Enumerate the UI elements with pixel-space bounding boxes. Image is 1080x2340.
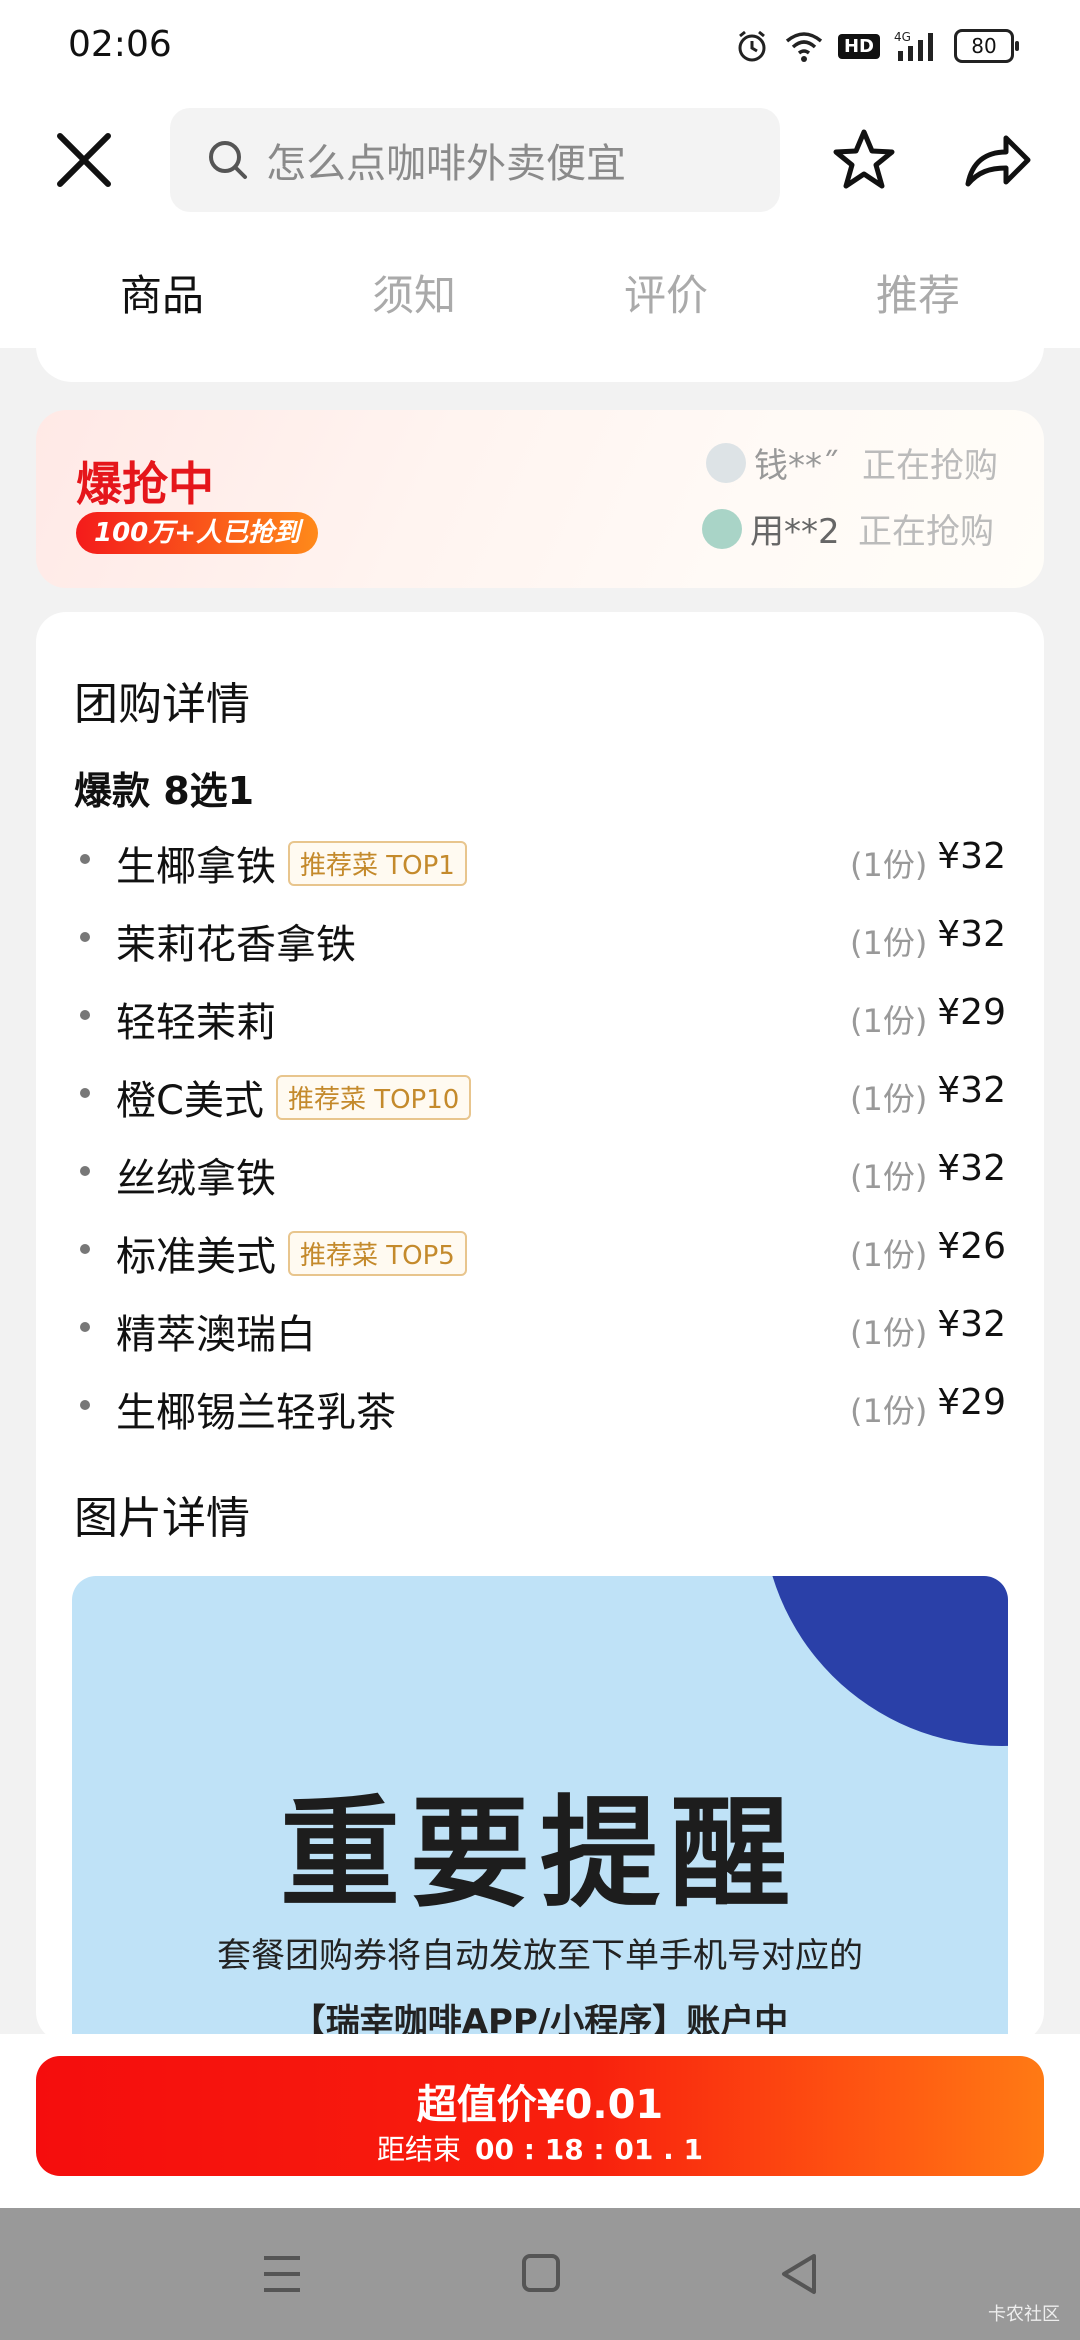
item-name: 茉莉花香拿铁 (116, 922, 356, 968)
list-item: 茉莉花香拿铁 (1份) ¥32 (74, 908, 1006, 968)
group-title: 团购详情 (74, 679, 250, 730)
item-name-wrap: 标准美式 推荐菜 TOP5 (116, 1224, 467, 1282)
purchase-bar: 超值价¥0.01 距结束 00 : 18 : 01 . 1 (0, 2034, 1080, 2208)
svg-text:4G: 4G (894, 30, 911, 44)
status-bar: 02:06 HD 4G 80 (0, 0, 1080, 96)
item-qty: (1份) (850, 1080, 928, 1118)
previous-card-edge (36, 330, 1044, 382)
item-name: 精萃澳瑞白 (116, 1312, 316, 1358)
list-item: 轻轻茉莉 (1份) ¥29 (74, 986, 1006, 1046)
bullet (80, 932, 90, 942)
promo-image: 重要提醒 套餐团购券将自动发放至下单手机号对应的 【瑞幸咖啡APP/小程序】账户… (72, 1576, 1008, 2042)
buyer-item: 用**2 正在抢购 (702, 504, 994, 553)
item-price: ¥32 (937, 1148, 1006, 1189)
item-name: 丝绒拿铁 (116, 1156, 276, 1202)
bullet (80, 1010, 90, 1020)
bullet (80, 1244, 90, 1254)
list-item: 丝绒拿铁 (1份) ¥32 (74, 1142, 1006, 1202)
close-icon[interactable] (50, 126, 118, 194)
hot-selling-card: 爆抢中 100万+人已抢到 钱**˝ 正在抢购 用**2 正在抢购 (36, 410, 1044, 588)
item-qty: (1份) (850, 1002, 928, 1040)
share-icon[interactable] (962, 126, 1034, 194)
item-price: ¥26 (937, 1226, 1006, 1267)
bullet (80, 854, 90, 864)
recommend-tag: 推荐菜 TOP5 (288, 1231, 467, 1276)
item-qty: (1份) (850, 1392, 928, 1430)
item-name-wrap: 橙C美式 推荐菜 TOP10 (116, 1068, 472, 1126)
buyer-item: 钱**˝ 正在抢购 (706, 438, 998, 487)
buyer-name: 用**2 (750, 512, 840, 552)
item-price: ¥29 (937, 992, 1006, 1033)
countdown-timer: 00 : 18 : 01 . 1 (475, 2133, 703, 2166)
status-time: 02:06 (68, 24, 172, 65)
tab-recommend[interactable]: 推荐 (792, 262, 1044, 323)
buy-price: 超值价¥0.01 (416, 2082, 664, 2128)
item-name: 生椰锡兰轻乳茶 (116, 1390, 396, 1436)
menu-icon[interactable] (222, 2208, 342, 2340)
buyer-name: 钱**˝ (754, 446, 839, 486)
image-details-title: 图片详情 (74, 1493, 250, 1544)
list-item: 生椰拿铁 推荐菜 TOP1 (1份) ¥32 (74, 830, 1006, 890)
decorative-circle (762, 1576, 1008, 1746)
hot-title: 爆抢中 (76, 457, 214, 511)
buy-button[interactable]: 超值价¥0.01 距结束 00 : 18 : 01 . 1 (36, 2056, 1044, 2176)
list-item: 标准美式 推荐菜 TOP5 (1份) ¥26 (74, 1220, 1006, 1280)
item-name: 橙C美式 (116, 1078, 264, 1124)
search-placeholder: 怎么点咖啡外卖便宜 (266, 141, 626, 187)
list-item: 生椰锡兰轻乳茶 (1份) ¥29 (74, 1376, 1006, 1436)
buyer-action: 正在抢购 (862, 446, 998, 486)
promo-heading: 重要提醒 (280, 1785, 800, 1924)
item-qty: (1份) (850, 1158, 928, 1196)
group-detail-card: 团购详情 爆款 8选1 生椰拿铁 推荐菜 TOP1 (1份) ¥32 茉莉花香拿铁… (36, 612, 1044, 2042)
list-item: 橙C美式 推荐菜 TOP10 (1份) ¥32 (74, 1064, 1006, 1124)
tab-notice[interactable]: 须知 (288, 262, 540, 323)
back-icon[interactable] (738, 2208, 858, 2340)
item-price: ¥32 (937, 914, 1006, 955)
signal-icon: 4G (894, 30, 933, 61)
countdown-label: 距结束 (377, 2133, 462, 2166)
wifi-icon (785, 32, 823, 62)
search-icon (209, 141, 247, 179)
hot-badge: 100万+人已抢到 (76, 512, 319, 554)
alarm-icon (738, 30, 766, 62)
item-name: 轻轻茉莉 (116, 1000, 276, 1046)
star-icon[interactable] (830, 126, 898, 194)
top-bar: 怎么点咖啡外卖便宜 (0, 96, 1080, 236)
hd-icon: HD (837, 33, 880, 59)
item-qty: (1份) (850, 924, 928, 962)
bullet (80, 1400, 90, 1410)
home-icon[interactable] (480, 2208, 600, 2340)
system-nav-bar: 卡农社区 (0, 2208, 1080, 2340)
avatar (706, 442, 746, 483)
item-name: 生椰拿铁 (116, 844, 276, 890)
avatar (702, 508, 742, 549)
watermark: 卡农社区 (988, 2304, 1060, 2325)
bullet (80, 1166, 90, 1176)
item-qty: (1份) (850, 1314, 928, 1352)
recommend-tag: 推荐菜 TOP10 (275, 1075, 472, 1120)
countdown: 距结束 00 : 18 : 01 . 1 (36, 2128, 1044, 2168)
item-price: ¥32 (937, 1304, 1006, 1345)
tab-reviews[interactable]: 评价 (540, 262, 792, 323)
item-name: 标准美式 (116, 1234, 276, 1280)
recommend-tag: 推荐菜 TOP1 (288, 841, 467, 886)
item-qty: (1份) (850, 846, 928, 884)
tab-goods[interactable]: 商品 (36, 262, 288, 323)
group-subtitle: 爆款 8选1 (74, 769, 255, 813)
bullet (80, 1088, 90, 1098)
buyer-action: 正在抢购 (858, 512, 994, 552)
promo-line: 套餐团购券将自动发放至下单手机号对应的 (217, 1936, 863, 1976)
item-name-wrap: 生椰拿铁 推荐菜 TOP1 (116, 834, 467, 892)
list-item: 精萃澳瑞白 (1份) ¥32 (74, 1298, 1006, 1358)
item-price: ¥32 (937, 1070, 1006, 1111)
bullet (80, 1322, 90, 1332)
item-qty: (1份) (850, 1236, 928, 1274)
item-price: ¥32 (937, 836, 1006, 877)
battery-icon: 80 (954, 29, 1019, 63)
item-price: ¥29 (937, 1382, 1006, 1423)
status-icons: HD 4G 80 (734, 28, 1019, 64)
search-input[interactable]: 怎么点咖啡外卖便宜 (170, 108, 780, 212)
